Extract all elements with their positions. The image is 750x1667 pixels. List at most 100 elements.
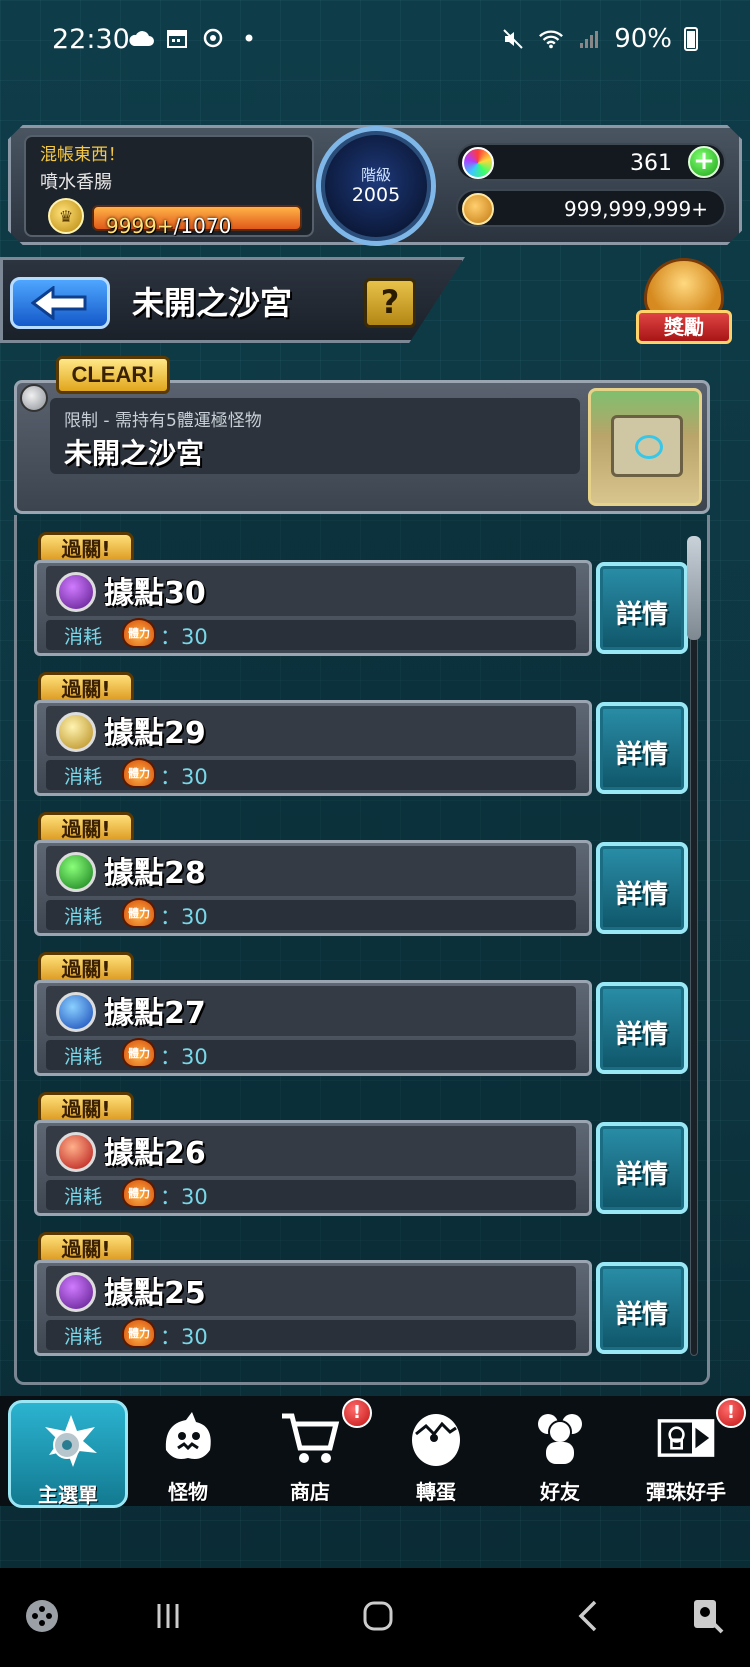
cost-value: ：30: [160, 765, 208, 789]
reward-button[interactable]: 獎勵: [636, 258, 732, 350]
back-button[interactable]: [10, 277, 110, 329]
screenshot-tool-icon[interactable]: [684, 1592, 732, 1640]
pin-icon: [20, 384, 48, 412]
stamina-cost-icon: 體力: [122, 1038, 156, 1068]
signal-icon: [576, 27, 602, 51]
detail-label: 詳情: [615, 600, 668, 630]
cost-value: ：30: [160, 625, 208, 649]
stamina-cost-icon: 體力: [122, 898, 156, 928]
gem-icon: [462, 147, 494, 179]
detail-button[interactable]: 詳情: [596, 982, 688, 1074]
cost-label: 消耗: [64, 626, 103, 648]
monster-icon: [158, 1410, 218, 1466]
detail-button[interactable]: 詳情: [596, 1262, 688, 1354]
cost-value: ：30: [160, 1185, 208, 1209]
detail-button[interactable]: 詳情: [596, 1122, 688, 1214]
detail-label: 詳情: [615, 1020, 668, 1050]
level-name: 據點25: [104, 1276, 206, 1311]
detail-button[interactable]: 詳情: [596, 842, 688, 934]
list-scrollbar-thumb[interactable]: [687, 536, 701, 640]
main-menu-icon: [41, 1413, 101, 1469]
stamina-current: 9999+: [106, 214, 174, 238]
calendar-icon: [164, 26, 190, 50]
status-icons-left: [128, 26, 262, 50]
detail-button[interactable]: 詳情: [596, 702, 688, 794]
status-bar: 22:30 90%: [0, 0, 750, 86]
nav-monster[interactable]: 怪物: [128, 1400, 248, 1508]
status-time: 22:30: [52, 24, 130, 55]
level-name: 據點26: [104, 1136, 206, 1171]
home-button[interactable]: [354, 1592, 402, 1640]
mute-icon: [500, 27, 526, 51]
nav-gacha[interactable]: 轉蛋: [376, 1400, 496, 1508]
cost-value: ：30: [160, 1325, 208, 1349]
game-tools-icon[interactable]: [18, 1592, 66, 1640]
recents-button[interactable]: [144, 1592, 192, 1640]
level-row[interactable]: 過關! 據點27 消耗 體力 ：30 詳情: [24, 952, 688, 1086]
back-nav-button[interactable]: [564, 1592, 612, 1640]
nav-friends[interactable]: 好友: [500, 1400, 620, 1508]
fire-element-icon: [56, 1132, 96, 1172]
help-button[interactable]: ?: [364, 278, 416, 328]
gold-counter[interactable]: 999,999,999+: [456, 189, 726, 227]
cost-value: ：30: [160, 1045, 208, 1069]
nav-label: 彈珠好手: [646, 1480, 726, 1504]
gem-counter[interactable]: 361 +: [456, 143, 726, 181]
nav-label: 怪物: [168, 1480, 208, 1504]
detail-button[interactable]: 詳情: [596, 562, 688, 654]
detail-label: 詳情: [615, 880, 668, 910]
marble-alert-badge: !: [716, 1398, 746, 1428]
stage-temple-image: [588, 388, 702, 506]
level-row[interactable]: 過關! 據點26 消耗 體力 ：30 詳情: [24, 1092, 688, 1226]
cost-label: 消耗: [64, 906, 103, 928]
cloud-icon: [128, 26, 154, 50]
water-element-icon: [56, 992, 96, 1032]
nav-marble-master[interactable]: 彈珠好手 !: [626, 1398, 746, 1508]
detail-label: 詳情: [615, 740, 668, 770]
shop-alert-badge: !: [342, 1398, 372, 1428]
level-row[interactable]: 過關! 據點30 消耗 體力 ：30 詳情: [24, 532, 688, 666]
card-icon: [656, 1410, 716, 1466]
egg-icon: [406, 1410, 466, 1466]
nav-shop[interactable]: 商店 !: [250, 1398, 372, 1508]
stamina-cost-icon: 體力: [122, 1318, 156, 1348]
level-name: 據點29: [104, 716, 206, 751]
add-gems-button[interactable]: +: [688, 146, 720, 178]
friends-icon: [530, 1410, 590, 1466]
stage-name: 未開之沙宮: [64, 437, 205, 470]
coin-icon: [462, 193, 494, 225]
level-name: 據點30: [104, 576, 206, 611]
level-row[interactable]: 過關! 據點28 消耗 體力 ：30 詳情: [24, 812, 688, 946]
level-name: 據點27: [104, 996, 206, 1031]
gold-value: 999,999,999+: [564, 197, 708, 221]
cost-label: 消耗: [64, 1326, 103, 1348]
dark-element-icon: [56, 1272, 96, 1312]
stamina-cost-icon: 體力: [122, 1178, 156, 1208]
page-title: 未開之沙宮: [132, 284, 293, 322]
nav-label: 主選單: [38, 1483, 98, 1507]
level-row[interactable]: 過關! 據點29 消耗 體力 ：30 詳情: [24, 672, 688, 806]
nav-main-menu[interactable]: 主選單: [8, 1400, 128, 1508]
dark-element-icon: [56, 572, 96, 612]
gem-value: 361: [630, 151, 672, 176]
nav-label: 轉蛋: [416, 1480, 456, 1504]
nav-label: 商店: [290, 1480, 330, 1504]
back-arrow-icon: [31, 286, 87, 320]
cost-label: 消耗: [64, 1046, 103, 1068]
light-element-icon: [56, 712, 96, 752]
battery-percent: 90%: [614, 24, 672, 54]
nav-label: 好友: [540, 1480, 580, 1504]
wifi-icon: [538, 27, 564, 51]
level-row[interactable]: 過關! 據點25 消耗 體力 ：30 詳情: [24, 1232, 688, 1365]
status-icons-right: 90%: [500, 24, 698, 54]
temple-crest-icon: [635, 435, 663, 459]
stamina-text: 9999+/1070: [106, 214, 231, 238]
stamina-cost-icon: 體力: [122, 618, 156, 648]
player-name: 噴水香腸: [40, 172, 112, 193]
battery-icon: [684, 27, 698, 51]
detail-label: 詳情: [615, 1160, 668, 1190]
level-list[interactable]: 過關! 據點30 消耗 體力 ：30 詳情 過關! 據點29 消耗 體力 ：30…: [14, 515, 710, 1365]
wood-element-icon: [56, 852, 96, 892]
stamina-max: /1070: [173, 214, 232, 238]
list-scrollbar[interactable]: [690, 536, 698, 1356]
